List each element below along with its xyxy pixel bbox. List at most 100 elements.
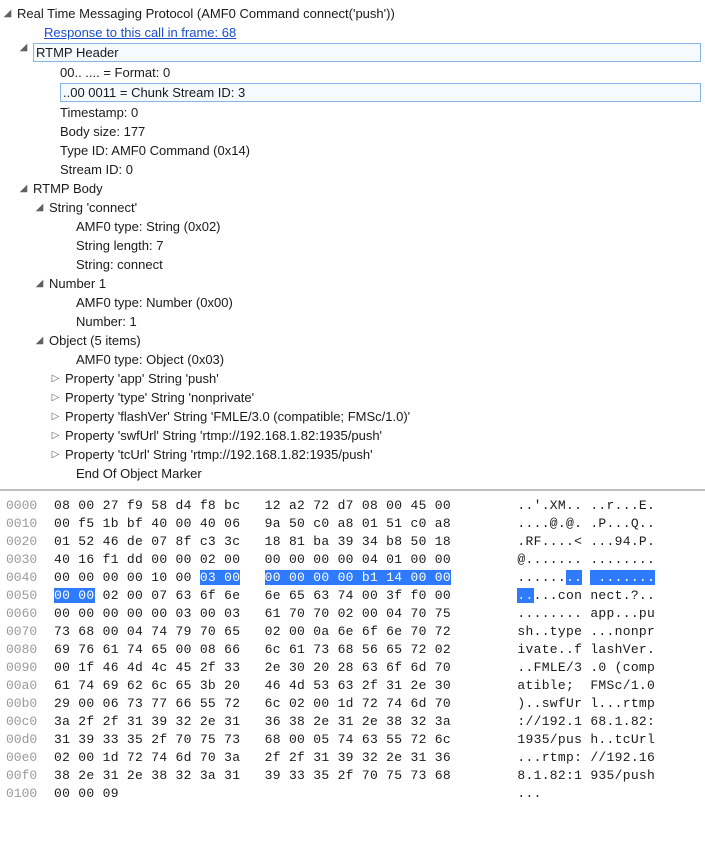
hex-row[interactable]: 007073 68 00 04 74 79 70 65 02 00 0a 6e … <box>6 623 705 641</box>
object-prop[interactable]: ▷ Property 'type' String 'nonprivate' <box>0 388 705 407</box>
chevron-down-icon[interactable]: ◢ <box>34 274 45 293</box>
chevron-right-icon[interactable]: ▷ <box>50 369 61 388</box>
hex-row[interactable]: 005000 00 02 00 07 63 6f 6e 6e 65 63 74 … <box>6 587 705 605</box>
hex-bytes: 3a 2f 2f 31 39 32 2e 31 36 38 2e 31 2e 3… <box>54 713 494 731</box>
hex-bytes: 00 00 02 00 07 63 6f 6e 6e 65 63 74 00 3… <box>54 587 494 605</box>
hex-offset: 0050 <box>6 587 54 605</box>
hex-offset: 0030 <box>6 551 54 569</box>
hex-ascii: ....@.@. .P...Q.. <box>517 515 655 533</box>
hex-offset: 0100 <box>6 785 54 803</box>
protocol-tree-pane: ◢ Real Time Messaging Protocol (AMF0 Com… <box>0 0 705 491</box>
header-timestamp[interactable]: Timestamp: 0 <box>0 103 705 122</box>
hex-bytes: 02 00 1d 72 74 6d 70 3a 2f 2f 31 39 32 2… <box>54 749 494 767</box>
hex-bytes: 08 00 27 f9 58 d4 f8 bc 12 a2 72 d7 08 0… <box>54 497 494 515</box>
chevron-down-icon[interactable]: ◢ <box>18 179 29 198</box>
hex-ascii: ... <box>517 785 549 803</box>
number-value[interactable]: Number: 1 <box>0 312 705 331</box>
hex-row[interactable]: 000008 00 27 f9 58 d4 f8 bc 12 a2 72 d7 … <box>6 497 705 515</box>
hex-bytes: 01 52 46 de 07 8f c3 3c 18 81 ba 39 34 b… <box>54 533 494 551</box>
hex-row[interactable]: 006000 00 00 00 00 03 00 03 61 70 70 02 … <box>6 605 705 623</box>
header-body-size[interactable]: Body size: 177 <box>0 122 705 141</box>
object-prop[interactable]: ▷ Property 'flashVer' String 'FMLE/3.0 (… <box>0 407 705 426</box>
hex-ascii: atible; FMSc/1.0 <box>517 677 655 695</box>
hex-offset: 00f0 <box>6 767 54 785</box>
hex-bytes: 31 39 33 35 2f 70 75 73 68 00 05 74 63 5… <box>54 731 494 749</box>
object-prop[interactable]: ▷ Property 'swfUrl' String 'rtmp://192.1… <box>0 426 705 445</box>
hex-row[interactable]: 008069 76 61 74 65 00 08 66 6c 61 73 68 … <box>6 641 705 659</box>
hex-row[interactable]: 00a061 74 69 62 6c 65 3b 20 46 4d 53 63 … <box>6 677 705 695</box>
hex-offset: 00d0 <box>6 731 54 749</box>
hex-bytes: 00 00 09 <box>54 785 494 803</box>
hex-offset: 0020 <box>6 533 54 551</box>
rtmp-body-row[interactable]: ◢ RTMP Body <box>0 179 705 198</box>
hex-row[interactable]: 009000 1f 46 4d 4c 45 2f 33 2e 30 20 28 … <box>6 659 705 677</box>
hex-bytes: 61 74 69 62 6c 65 3b 20 46 4d 53 63 2f 3… <box>54 677 494 695</box>
chevron-right-icon[interactable]: ▷ <box>50 445 61 464</box>
hex-offset: 0000 <box>6 497 54 515</box>
number-row[interactable]: ◢ Number 1 <box>0 274 705 293</box>
hex-bytes: 73 68 00 04 74 79 70 65 02 00 0a 6e 6f 6… <box>54 623 494 641</box>
hex-offset: 0080 <box>6 641 54 659</box>
hex-offset: 00a0 <box>6 677 54 695</box>
chevron-right-icon[interactable]: ▷ <box>50 426 61 445</box>
hex-ascii: ..'.XM.. ..r...E. <box>517 497 655 515</box>
hex-ascii: 1935/pus h..tcUrl <box>517 731 655 749</box>
hex-ascii: )..swfUr l...rtmp <box>517 695 655 713</box>
hex-ascii: @....... ........ <box>517 551 655 569</box>
string-connect-row[interactable]: ◢ String 'connect' <box>0 198 705 217</box>
header-stream-id[interactable]: Stream ID: 0 <box>0 160 705 179</box>
hex-row[interactable]: 00d031 39 33 35 2f 70 75 73 68 00 05 74 … <box>6 731 705 749</box>
hex-row[interactable]: 003040 16 f1 dd 00 00 02 00 00 00 00 00 … <box>6 551 705 569</box>
hex-offset: 0060 <box>6 605 54 623</box>
hex-row[interactable]: 00e002 00 1d 72 74 6d 70 3a 2f 2f 31 39 … <box>6 749 705 767</box>
hex-offset: 00c0 <box>6 713 54 731</box>
hex-offset: 0070 <box>6 623 54 641</box>
hex-offset: 0040 <box>6 569 54 587</box>
object-amf-type[interactable]: AMF0 type: Object (0x03) <box>0 350 705 369</box>
hex-ascii: ..FMLE/3 .0 (comp <box>517 659 655 677</box>
string-amf-type[interactable]: AMF0 type: String (0x02) <box>0 217 705 236</box>
hex-bytes: 69 76 61 74 65 00 08 66 6c 61 73 68 56 6… <box>54 641 494 659</box>
chevron-right-icon[interactable]: ▷ <box>50 407 61 426</box>
hex-dump-pane[interactable]: 000008 00 27 f9 58 d4 f8 bc 12 a2 72 d7 … <box>0 491 705 809</box>
hex-row[interactable]: 002001 52 46 de 07 8f c3 3c 18 81 ba 39 … <box>6 533 705 551</box>
object-prop[interactable]: ▷ Property 'app' String 'push' <box>0 369 705 388</box>
object-prop[interactable]: ▷ Property 'tcUrl' String 'rtmp://192.16… <box>0 445 705 464</box>
hex-row[interactable]: 00b029 00 06 73 77 66 55 72 6c 02 00 1d … <box>6 695 705 713</box>
hex-bytes: 29 00 06 73 77 66 55 72 6c 02 00 1d 72 7… <box>54 695 494 713</box>
object-row[interactable]: ◢ Object (5 items) <box>0 331 705 350</box>
header-format[interactable]: 00.. .... = Format: 0 <box>0 63 705 82</box>
response-link[interactable]: Response to this call in frame: 68 <box>44 23 236 42</box>
hex-offset: 00b0 <box>6 695 54 713</box>
hex-bytes: 00 00 00 00 00 03 00 03 61 70 70 02 00 0… <box>54 605 494 623</box>
tree-root-label: Real Time Messaging Protocol (AMF0 Comma… <box>17 4 395 23</box>
hex-row[interactable]: 001000 f5 1b bf 40 00 40 06 9a 50 c0 a8 … <box>6 515 705 533</box>
hex-bytes: 00 00 00 00 10 00 03 00 00 00 00 00 b1 1… <box>54 569 494 587</box>
chevron-down-icon[interactable]: ◢ <box>34 331 45 350</box>
rtmp-header-label: RTMP Header <box>33 43 701 62</box>
hex-row[interactable]: 00f038 2e 31 2e 38 32 3a 31 39 33 35 2f … <box>6 767 705 785</box>
string-length[interactable]: String length: 7 <box>0 236 705 255</box>
rtmp-header-row[interactable]: ◢ RTMP Header <box>0 42 705 63</box>
chevron-down-icon[interactable]: ◢ <box>2 4 13 23</box>
hex-bytes: 00 f5 1b bf 40 00 40 06 9a 50 c0 a8 01 5… <box>54 515 494 533</box>
chevron-down-icon[interactable]: ◢ <box>34 198 45 217</box>
hex-row[interactable]: 010000 00 09 ... <box>6 785 705 803</box>
tree-root[interactable]: ◢ Real Time Messaging Protocol (AMF0 Com… <box>0 4 705 23</box>
hex-row[interactable]: 00c03a 2f 2f 31 39 32 2e 31 36 38 2e 31 … <box>6 713 705 731</box>
object-end-marker[interactable]: End Of Object Marker <box>0 464 705 483</box>
hex-row[interactable]: 004000 00 00 00 10 00 03 00 00 00 00 00 … <box>6 569 705 587</box>
header-chunk-stream[interactable]: ..00 0011 = Chunk Stream ID: 3 <box>0 82 705 103</box>
header-type-id[interactable]: Type ID: AMF0 Command (0x14) <box>0 141 705 160</box>
hex-bytes: 38 2e 31 2e 38 32 3a 31 39 33 35 2f 70 7… <box>54 767 494 785</box>
hex-ascii: ://192.1 68.1.82: <box>517 713 655 731</box>
hex-ascii: .RF....< ...94.P. <box>517 533 655 551</box>
hex-ascii: ...rtmp: //192.16 <box>517 749 655 767</box>
hex-ascii: .....con nect.?.. <box>517 587 655 605</box>
hex-offset: 0090 <box>6 659 54 677</box>
chevron-right-icon[interactable]: ▷ <box>50 388 61 407</box>
number-amf-type[interactable]: AMF0 type: Number (0x00) <box>0 293 705 312</box>
hex-offset: 0010 <box>6 515 54 533</box>
chevron-down-icon[interactable]: ◢ <box>18 42 29 63</box>
string-value[interactable]: String: connect <box>0 255 705 274</box>
